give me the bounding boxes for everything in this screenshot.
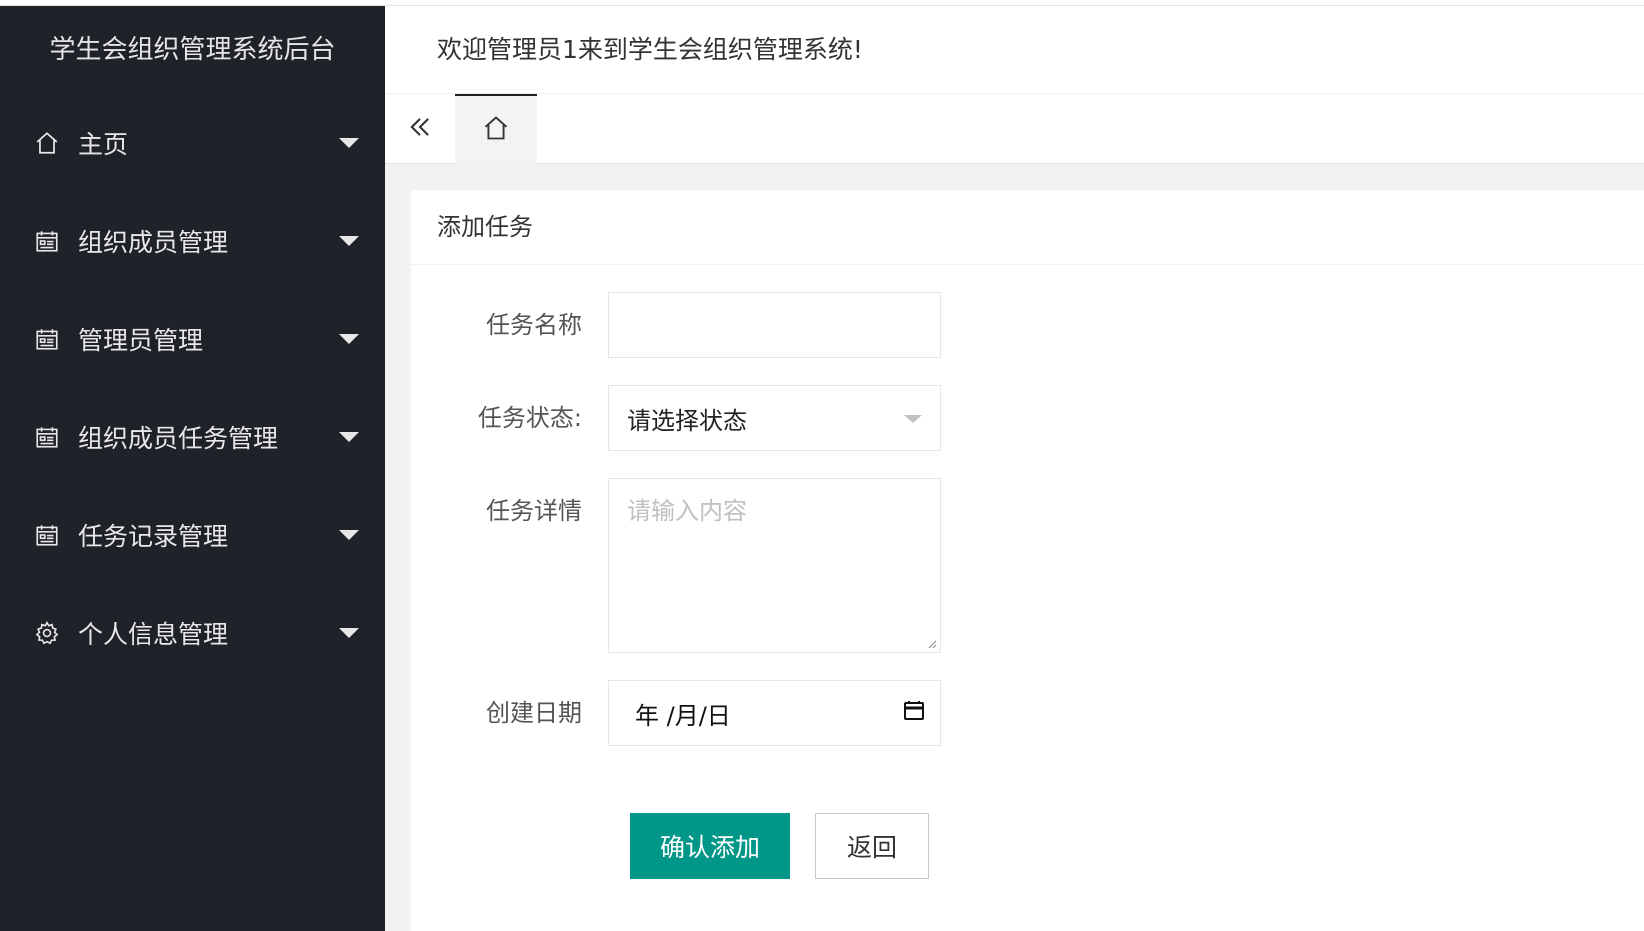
calendar-icon xyxy=(34,424,60,450)
form-row-task-detail: 任务详情 请输入内容 xyxy=(411,478,941,653)
task-name-input[interactable] xyxy=(608,292,941,358)
sidebar-item-admin-management[interactable]: 管理员管理 xyxy=(0,290,385,388)
sidebar-item-label: 组织成员任务管理 xyxy=(78,424,279,453)
sidebar-item-personal-info-management[interactable]: 个人信息管理 xyxy=(0,584,385,682)
back-button[interactable]: 返回 xyxy=(815,813,929,879)
top-header: 欢迎管理员1来到学生会组织管理系统! xyxy=(385,6,1644,94)
calendar-picker-icon[interactable] xyxy=(902,698,926,728)
card-title: 添加任务 xyxy=(411,190,1644,265)
confirm-add-button[interactable]: 确认添加 xyxy=(630,813,790,879)
sidebar-item-label: 个人信息管理 xyxy=(78,620,229,649)
calendar-icon xyxy=(34,522,60,548)
sidebar-item-home[interactable]: 主页 xyxy=(0,94,385,192)
calendar-icon xyxy=(34,326,60,352)
form-row-create-date: 创建日期 年 /月/日 xyxy=(411,680,941,746)
home-icon xyxy=(482,114,510,146)
caret-down-icon xyxy=(339,138,359,148)
welcome-message: 欢迎管理员1来到学生会组织管理系统! xyxy=(437,35,863,64)
sidebar-item-label: 主页 xyxy=(78,130,129,159)
task-detail-textarea[interactable]: 请输入内容 xyxy=(608,478,941,653)
double-chevron-left-icon xyxy=(406,113,434,145)
form-row-task-name: 任务名称 xyxy=(411,292,941,358)
sidebar-item-member-management[interactable]: 组织成员管理 xyxy=(0,192,385,290)
create-date-value: 年 /月/日 xyxy=(635,701,731,730)
calendar-icon xyxy=(34,228,60,254)
caret-down-icon xyxy=(339,628,359,638)
caret-down-icon xyxy=(339,432,359,442)
task-name-label: 任务名称 xyxy=(486,311,582,339)
sidebar-item-member-task-management[interactable]: 组织成员任务管理 xyxy=(0,388,385,486)
task-detail-placeholder: 请输入内容 xyxy=(627,497,747,525)
sidebar-item-label: 任务记录管理 xyxy=(78,522,229,551)
app-logo: 学生会组织管理系统后台 xyxy=(0,6,385,94)
sidebar-menu: 主页 组织成员管理 管理员管理 组织成员任务管理 任务记录管理 个人信息管理 xyxy=(0,94,385,682)
task-status-value: 请选择状态 xyxy=(627,406,747,435)
sidebar-collapse-button[interactable] xyxy=(385,94,455,164)
caret-down-icon xyxy=(339,530,359,540)
gear-icon xyxy=(34,620,60,646)
task-status-select[interactable]: 请选择状态 xyxy=(608,385,941,451)
sidebar-item-label: 管理员管理 xyxy=(78,326,204,355)
resize-handle-icon[interactable] xyxy=(927,639,937,649)
sidebar-item-task-record-management[interactable]: 任务记录管理 xyxy=(0,486,385,584)
sidebar: 学生会组织管理系统后台 主页 组织成员管理 管理员管理 组织成员任务管理 任务记… xyxy=(0,6,385,931)
chevron-down-icon xyxy=(904,415,922,423)
sidebar-item-label: 组织成员管理 xyxy=(78,228,229,257)
form-row-task-status: 任务状态: 请选择状态 xyxy=(411,385,941,451)
task-status-label: 任务状态: xyxy=(477,404,582,432)
home-icon xyxy=(34,130,60,156)
create-date-label: 创建日期 xyxy=(486,699,582,727)
create-date-input[interactable]: 年 /月/日 xyxy=(608,680,941,746)
tab-home[interactable] xyxy=(455,94,537,164)
task-detail-label: 任务详情 xyxy=(486,497,582,525)
tab-bar xyxy=(385,94,1644,164)
caret-down-icon xyxy=(339,236,359,246)
caret-down-icon xyxy=(339,334,359,344)
